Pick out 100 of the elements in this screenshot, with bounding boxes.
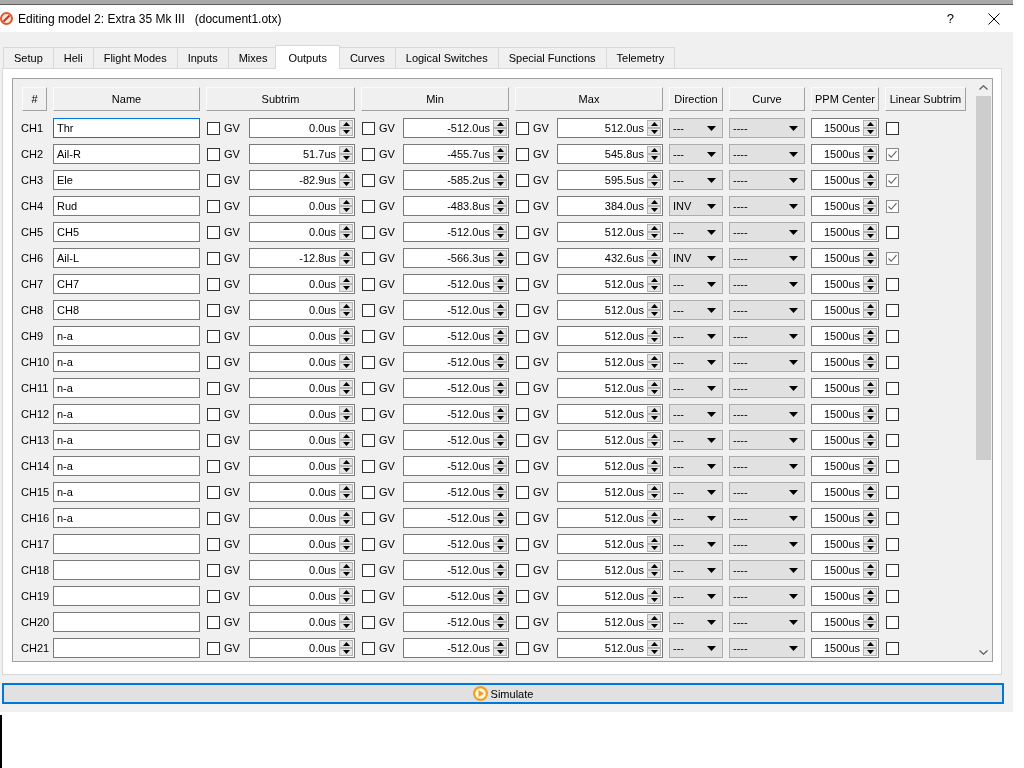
spin-down-button[interactable]: [339, 596, 353, 604]
scrollbar-thumb[interactable]: [976, 96, 991, 460]
spin-down-button[interactable]: [493, 414, 507, 422]
curve-dropdown[interactable]: ----: [729, 482, 805, 502]
spinbox-field[interactable]: 1500us: [811, 248, 879, 268]
spin-down-button[interactable]: [493, 622, 507, 630]
spinbox-field[interactable]: -512.0us: [403, 274, 509, 294]
spin-down-button[interactable]: [647, 310, 661, 318]
curve-dropdown[interactable]: ----: [729, 378, 805, 398]
gv-checkbox[interactable]: [362, 225, 375, 239]
curve-dropdown[interactable]: ----: [729, 430, 805, 450]
gv-checkbox[interactable]: [207, 381, 220, 395]
name-field[interactable]: n-a: [53, 378, 200, 398]
spin-down-button[interactable]: [647, 596, 661, 604]
spinbox-field[interactable]: 1500us: [811, 118, 879, 138]
spinbox-field[interactable]: 51.7us: [249, 144, 355, 164]
direction-dropdown[interactable]: ---: [669, 300, 723, 320]
direction-dropdown[interactable]: INV: [669, 196, 723, 216]
gv-checkbox[interactable]: [207, 251, 220, 265]
spin-down-button[interactable]: [493, 258, 507, 266]
spin-down-button[interactable]: [493, 518, 507, 526]
spin-down-button[interactable]: [647, 232, 661, 240]
name-field[interactable]: CH8: [53, 300, 200, 320]
gv-checkbox[interactable]: [516, 251, 529, 265]
spinbox-field[interactable]: -566.3us: [403, 248, 509, 268]
spinbox-field[interactable]: 512.0us: [557, 430, 663, 450]
column-header[interactable]: Subtrim: [206, 87, 355, 111]
spin-down-button[interactable]: [863, 466, 877, 474]
direction-dropdown[interactable]: ---: [669, 430, 723, 450]
gv-checkbox[interactable]: [207, 537, 220, 551]
spin-down-button[interactable]: [339, 310, 353, 318]
linear-subtrim-checkbox[interactable]: [886, 615, 899, 629]
spin-down-button[interactable]: [493, 336, 507, 344]
gv-checkbox[interactable]: [362, 589, 375, 603]
name-field[interactable]: n-a: [53, 430, 200, 450]
gv-checkbox[interactable]: [362, 433, 375, 447]
gv-checkbox[interactable]: [516, 615, 529, 629]
gv-checkbox[interactable]: [207, 433, 220, 447]
gv-checkbox[interactable]: [207, 459, 220, 473]
spin-down-button[interactable]: [339, 414, 353, 422]
spinbox-field[interactable]: -512.0us: [403, 118, 509, 138]
spinbox-field[interactable]: 512.0us: [557, 638, 663, 658]
gv-checkbox[interactable]: [207, 199, 220, 213]
gv-checkbox[interactable]: [362, 303, 375, 317]
name-field[interactable]: Thr: [53, 118, 200, 138]
name-field[interactable]: n-a: [53, 404, 200, 424]
curve-dropdown[interactable]: ----: [729, 456, 805, 476]
spinbox-field[interactable]: -512.0us: [403, 508, 509, 528]
spinbox-field[interactable]: 432.6us: [557, 248, 663, 268]
curve-dropdown[interactable]: ----: [729, 638, 805, 658]
spin-down-button[interactable]: [339, 492, 353, 500]
spinbox-field[interactable]: 1500us: [811, 326, 879, 346]
linear-subtrim-checkbox[interactable]: [886, 303, 899, 317]
spin-down-button[interactable]: [863, 128, 877, 136]
spin-down-button[interactable]: [493, 440, 507, 448]
spin-down-button[interactable]: [647, 362, 661, 370]
gv-checkbox[interactable]: [516, 485, 529, 499]
spinbox-field[interactable]: -12.8us: [249, 248, 355, 268]
linear-subtrim-checkbox[interactable]: [886, 433, 899, 447]
spin-down-button[interactable]: [493, 154, 507, 162]
gv-checkbox[interactable]: [516, 407, 529, 421]
linear-subtrim-checkbox[interactable]: [886, 121, 899, 135]
spin-down-button[interactable]: [863, 440, 877, 448]
spinbox-field[interactable]: 512.0us: [557, 378, 663, 398]
linear-subtrim-checkbox[interactable]: [886, 537, 899, 551]
spinbox-field[interactable]: -512.0us: [403, 534, 509, 554]
scroll-down-icon[interactable]: [979, 650, 988, 655]
linear-subtrim-checkbox[interactable]: [886, 329, 899, 343]
direction-dropdown[interactable]: ---: [669, 118, 723, 138]
spinbox-field[interactable]: 0.0us: [249, 326, 355, 346]
gv-checkbox[interactable]: [207, 121, 220, 135]
direction-dropdown[interactable]: ---: [669, 274, 723, 294]
spin-down-button[interactable]: [493, 232, 507, 240]
curve-dropdown[interactable]: ----: [729, 560, 805, 580]
spin-down-button[interactable]: [493, 284, 507, 292]
spin-down-button[interactable]: [863, 648, 877, 656]
spin-down-button[interactable]: [863, 206, 877, 214]
name-field[interactable]: n-a: [53, 508, 200, 528]
spinbox-field[interactable]: -512.0us: [403, 482, 509, 502]
direction-dropdown[interactable]: ---: [669, 404, 723, 424]
spinbox-field[interactable]: 1500us: [811, 196, 879, 216]
gv-checkbox[interactable]: [207, 147, 220, 161]
column-header[interactable]: Direction: [669, 87, 723, 111]
spinbox-field[interactable]: 512.0us: [557, 456, 663, 476]
gv-checkbox[interactable]: [516, 355, 529, 369]
spin-down-button[interactable]: [647, 206, 661, 214]
gv-checkbox[interactable]: [362, 459, 375, 473]
column-header[interactable]: Max: [515, 87, 663, 111]
spinbox-field[interactable]: -512.0us: [403, 404, 509, 424]
direction-dropdown[interactable]: ---: [669, 482, 723, 502]
spin-down-button[interactable]: [863, 258, 877, 266]
spin-down-button[interactable]: [863, 596, 877, 604]
name-field[interactable]: n-a: [53, 456, 200, 476]
spinbox-field[interactable]: 0.0us: [249, 638, 355, 658]
direction-dropdown[interactable]: INV: [669, 248, 723, 268]
linear-subtrim-checkbox[interactable]: [886, 407, 899, 421]
gv-checkbox[interactable]: [207, 277, 220, 291]
gv-checkbox[interactable]: [516, 381, 529, 395]
curve-dropdown[interactable]: ----: [729, 404, 805, 424]
gv-checkbox[interactable]: [362, 485, 375, 499]
